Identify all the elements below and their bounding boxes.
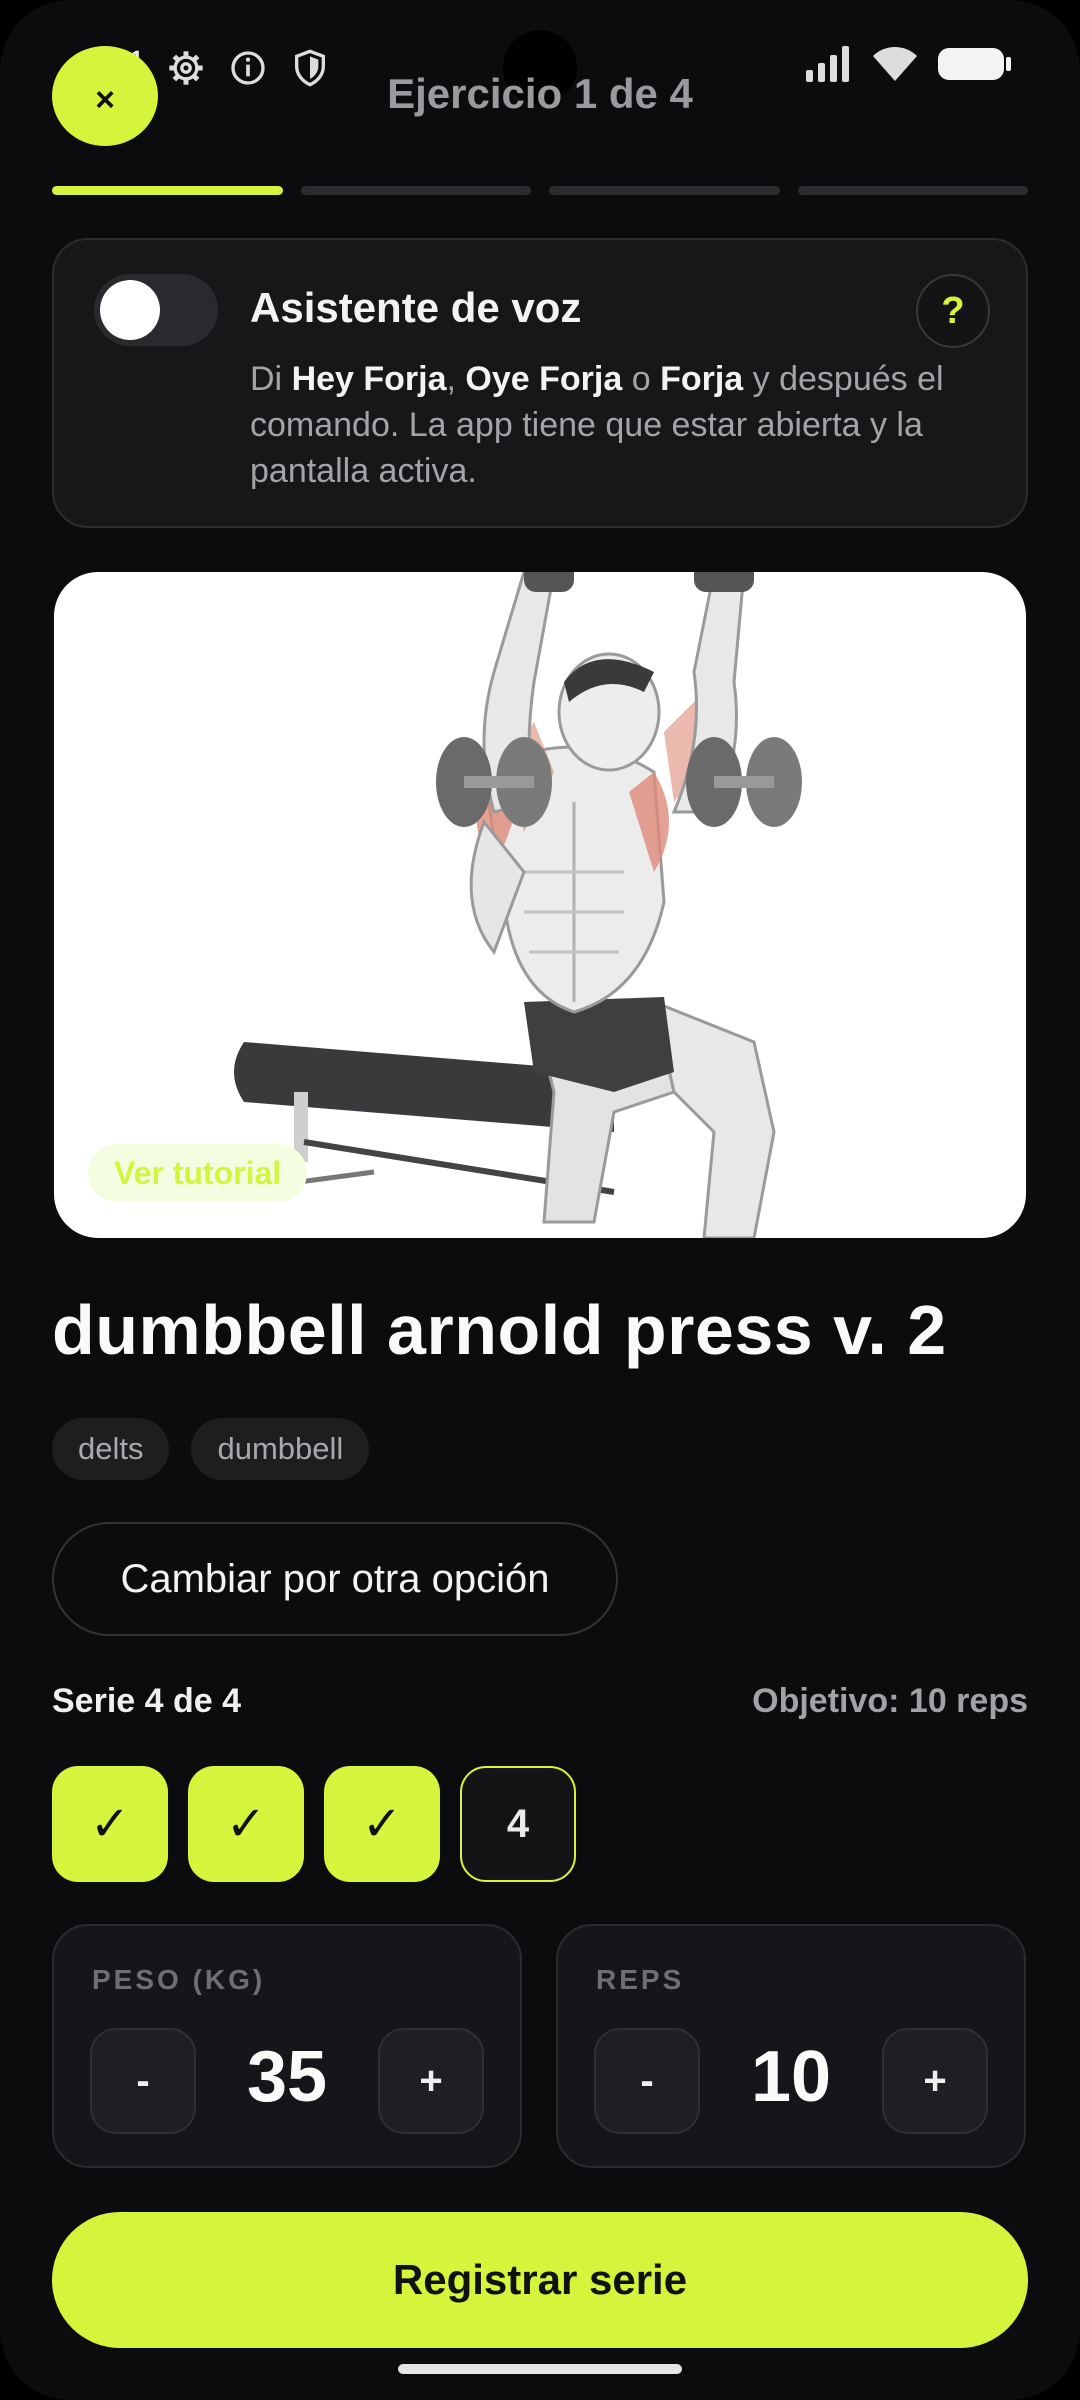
series-label: Serie 4 de 4 xyxy=(52,1682,242,1720)
reps-stepper: REPS - 10 + xyxy=(556,1924,1026,2168)
exercise-name: dumbbell arnold press v. 2 xyxy=(52,1291,947,1369)
voice-assistant-toggle[interactable] xyxy=(94,274,218,346)
voice-assistant-card: Asistente de voz ? Di Hey Forja, Oye For… xyxy=(52,238,1028,528)
desc-text: , xyxy=(446,360,466,398)
exercise-progress xyxy=(52,186,1028,195)
progress-segment xyxy=(797,186,1028,195)
progress-segment xyxy=(52,186,283,195)
tutorial-button[interactable]: Ver tutorial xyxy=(88,1144,308,1202)
screen: 4:41 Ejercicio 1 de 4 × Asistente de voz… xyxy=(0,0,1080,2400)
objective-label: Objetivo: 10 reps xyxy=(752,1682,1028,1720)
reps-label: REPS xyxy=(596,1964,685,1995)
reps-value[interactable]: 10 xyxy=(700,2036,882,2118)
weight-decrement-button[interactable]: - xyxy=(90,2028,196,2134)
set-3-button[interactable]: ✓ xyxy=(324,1766,440,1882)
weight-value[interactable]: 35 xyxy=(196,2036,378,2118)
weight-increment-button[interactable]: + xyxy=(378,2028,484,2134)
desc-text: o xyxy=(622,360,661,398)
command-hey-forja: Hey Forja xyxy=(291,360,447,398)
progress-segment xyxy=(549,186,780,195)
help-button[interactable]: ? xyxy=(916,274,990,348)
toggle-knob xyxy=(100,280,160,340)
weight-label: PESO (KG) xyxy=(92,1964,266,1995)
progress-segment xyxy=(300,186,531,195)
close-button[interactable]: × xyxy=(52,46,158,146)
weight-stepper: PESO (KG) - 35 + xyxy=(52,1924,522,2168)
close-icon: × xyxy=(95,80,115,119)
exercise-illustration[interactable]: Ver tutorial xyxy=(54,572,1026,1238)
command-oye-forja: Oye Forja xyxy=(465,360,623,398)
home-indicator[interactable] xyxy=(398,2364,682,2374)
set-selector: ✓ ✓ ✓ 4 xyxy=(52,1766,576,1882)
register-set-button[interactable]: Registrar serie xyxy=(52,2212,1028,2348)
reps-increment-button[interactable]: + xyxy=(882,2028,988,2134)
desc-text: Di xyxy=(250,360,292,398)
set-4-button[interactable]: 4 xyxy=(460,1766,576,1882)
arnold-press-figure xyxy=(223,572,802,1238)
tag-equipment: dumbbell xyxy=(191,1418,370,1480)
set-1-button[interactable]: ✓ xyxy=(52,1766,168,1882)
exercise-tags: delts dumbbell xyxy=(52,1418,370,1480)
set-2-button[interactable]: ✓ xyxy=(188,1766,304,1882)
tag-muscle: delts xyxy=(52,1418,170,1480)
reps-decrement-button[interactable]: - xyxy=(594,2028,700,2134)
page-title: Ejercicio 1 de 4 xyxy=(387,70,693,117)
change-exercise-button[interactable]: Cambiar por otra opción xyxy=(52,1522,618,1636)
voice-assistant-description: Di Hey Forja, Oye Forja o Forja y despué… xyxy=(250,356,980,494)
command-forja: Forja xyxy=(660,360,744,398)
voice-assistant-title: Asistente de voz xyxy=(250,284,582,331)
